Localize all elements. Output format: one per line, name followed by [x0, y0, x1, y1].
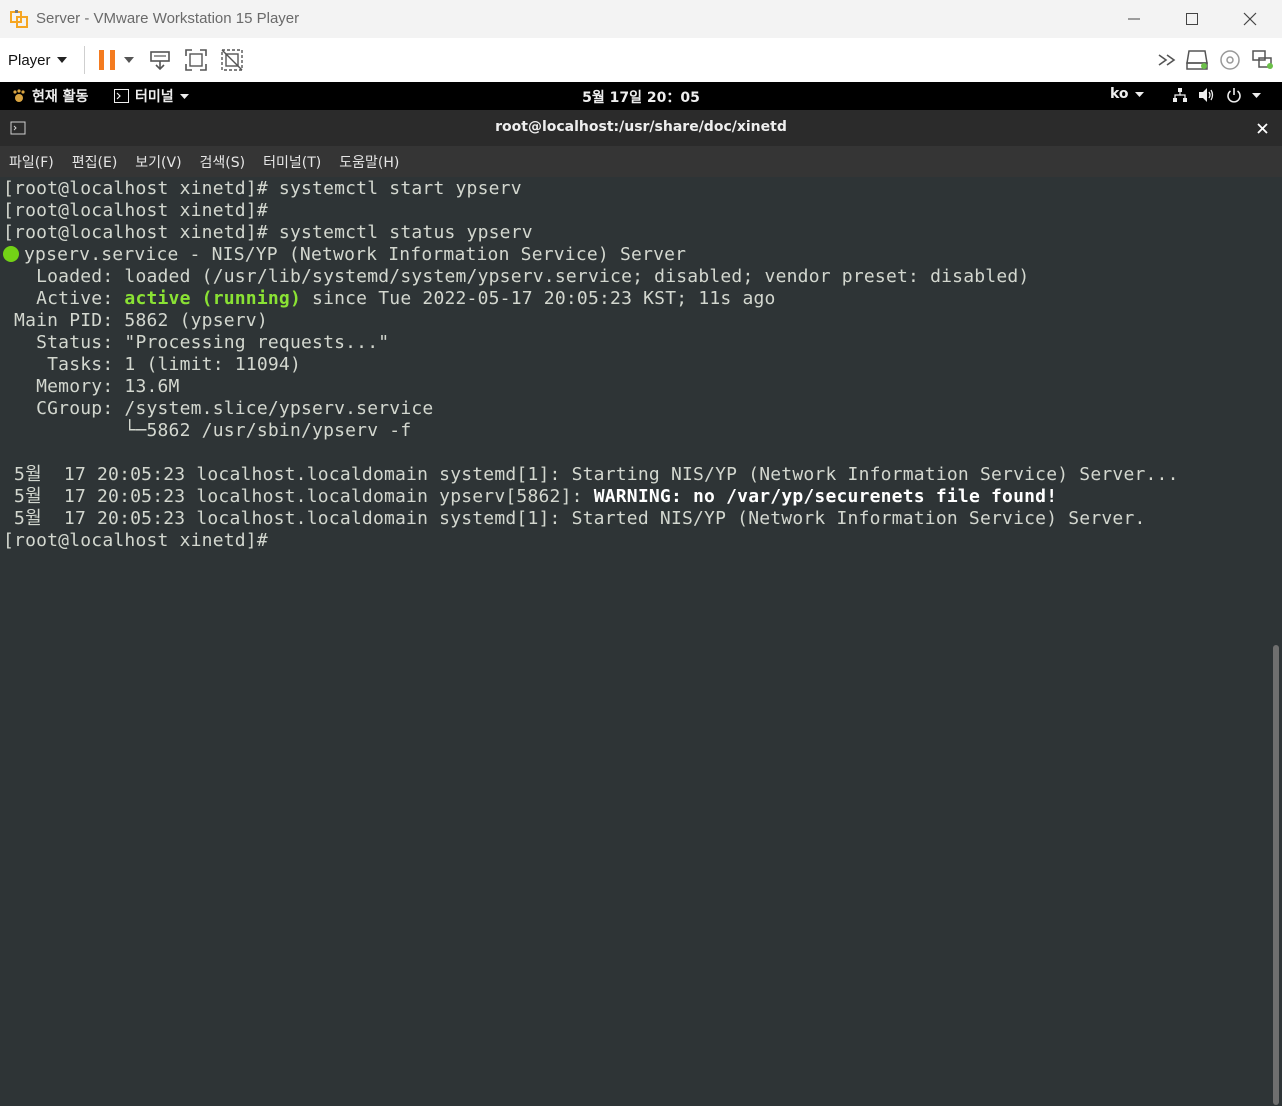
terminal-line: └─5862 /usr/sbin/ypserv -f — [3, 420, 412, 441]
player-menu-button[interactable]: Player — [8, 47, 67, 73]
fullscreen-icon — [185, 49, 207, 71]
input-language-button[interactable]: ko — [1110, 86, 1144, 102]
active-prefix: Active: — [3, 288, 125, 309]
terminal-output[interactable]: [root@localhost xinetd]# systemctl start… — [0, 177, 1270, 1106]
hard-disk-icon — [1186, 50, 1208, 70]
terminal-line: Active: active (running) since Tue 2022-… — [3, 288, 776, 310]
gnome-foot-icon — [13, 89, 25, 102]
chevron-down-icon — [179, 93, 189, 99]
terminal-close-button[interactable] — [1252, 118, 1272, 138]
terminal-app-icon — [114, 89, 129, 103]
chevron-down-icon — [1134, 91, 1144, 97]
scrollbar-thumb[interactable] — [1273, 645, 1279, 1105]
more-devices-button[interactable] — [1154, 47, 1180, 73]
menu-file[interactable]: 파일(F) — [9, 150, 54, 174]
app-menu-button[interactable]: 터미널 — [114, 86, 189, 106]
terminal-headerbar: root@localhost:/usr/share/doc/xinetd — [0, 110, 1282, 147]
terminal-line: [root@localhost xinetd]# systemctl statu… — [3, 222, 533, 243]
terminal-line: Loaded: loaded (/usr/lib/systemd/system/… — [3, 266, 1030, 287]
terminal-line: Memory: 13.6M — [3, 376, 180, 397]
service-header: ypserv.service - NIS/YP (Network Informa… — [24, 244, 687, 265]
cd-dvd-icon — [1220, 50, 1240, 70]
vmware-logo-icon — [10, 10, 28, 28]
ctrl-alt-del-icon — [150, 51, 170, 71]
volume-icon — [1199, 88, 1214, 102]
menu-edit[interactable]: 편집(E) — [72, 150, 118, 174]
input-language-label: ko — [1110, 86, 1129, 102]
terminal-line: Tasks: 1 (limit: 11094) — [3, 354, 301, 375]
clock-button[interactable]: 5월 17일 20：05 — [582, 90, 700, 106]
chevron-down-icon — [1252, 92, 1261, 98]
terminal-line: [root@localhost xinetd]# — [3, 200, 268, 221]
terminal-line: ypserv.service - NIS/YP (Network Informa… — [3, 244, 686, 266]
player-menu-label: Player — [8, 51, 51, 69]
service-status-dot-icon — [3, 246, 19, 262]
chevron-down-icon — [124, 57, 134, 63]
close-icon — [1256, 122, 1268, 134]
hard-disk-device-button[interactable] — [1184, 47, 1210, 73]
pause-icon — [99, 50, 115, 70]
terminal-line: [root@localhost xinetd]# systemctl start… — [3, 178, 522, 199]
vmware-titlebar: Server - VMware Workstation 15 Player — [0, 0, 1282, 39]
terminal-title: root@localhost:/usr/share/doc/xinetd — [495, 119, 787, 135]
network-wired-icon — [1173, 88, 1187, 102]
menu-view[interactable]: 보기(V) — [135, 150, 181, 174]
terminal-prompt: [root@localhost xinetd]# — [3, 530, 268, 551]
terminal-window-icon[interactable] — [10, 120, 26, 136]
toolbar-divider — [84, 46, 85, 74]
maximize-icon — [1186, 13, 1198, 25]
window-title: Server - VMware Workstation 15 Player — [36, 10, 300, 27]
maximize-button[interactable] — [1170, 4, 1214, 34]
terminal-line: Main PID: 5862 (ypserv) — [3, 310, 268, 331]
close-icon — [1243, 12, 1257, 26]
send-ctrl-alt-del-button[interactable] — [147, 47, 173, 73]
vmware-toolbar: Player — [0, 38, 1282, 83]
system-menu-button[interactable] — [1172, 87, 1261, 103]
activities-label: 현재 활동 — [32, 89, 89, 105]
double-chevron-right-icon — [1158, 54, 1176, 66]
chevron-down-icon — [56, 57, 67, 63]
log-warning: WARNING: no /var/yp/securenets file foun… — [593, 486, 1058, 507]
unity-icon — [221, 49, 243, 71]
pause-dropdown-button[interactable] — [119, 47, 139, 73]
terminal-line: CGroup: /system.slice/ypserv.service — [3, 398, 434, 419]
menu-search[interactable]: 검색(S) — [200, 150, 246, 174]
network-device-button[interactable] — [1250, 47, 1276, 73]
minimize-icon — [1128, 18, 1140, 20]
gnome-top-bar: 현재 활동 터미널 5월 17일 20：05 ko — [0, 82, 1282, 110]
cd-dvd-device-button[interactable] — [1217, 47, 1243, 73]
terminal-line: 5월 17 20:05:23 localhost.localdomain sys… — [3, 508, 1146, 529]
terminal-menubar: 파일(F) 편집(E) 보기(V) 검색(S) 터미널(T) 도움말(H) — [0, 146, 1282, 177]
close-button[interactable] — [1228, 4, 1272, 34]
active-status: active (running) — [124, 288, 301, 309]
terminal-line: Status: "Processing requests..." — [3, 332, 390, 353]
minimize-button[interactable] — [1112, 4, 1156, 34]
menu-terminal[interactable]: 터미널(T) — [263, 150, 321, 174]
log-prefix: 5월 17 20:05:23 localhost.localdomain yps… — [3, 486, 594, 507]
fullscreen-button[interactable] — [183, 47, 209, 73]
app-menu-label: 터미널 — [135, 89, 174, 105]
activities-button[interactable]: 현재 활동 — [12, 86, 88, 106]
pause-button[interactable] — [94, 47, 120, 73]
power-icon — [1227, 88, 1241, 103]
terminal-line: 5월 17 20:05:23 localhost.localdomain sys… — [3, 464, 1179, 485]
terminal-line: 5월 17 20:05:23 localhost.localdomain yps… — [3, 486, 1057, 508]
active-suffix: since Tue 2022-05-17 20:05:23 KST; 11s a… — [301, 288, 776, 309]
network-adapter-icon — [1252, 50, 1273, 69]
terminal-scrollbar[interactable] — [1270, 177, 1282, 1106]
menu-help[interactable]: 도움말(H) — [339, 150, 399, 174]
unity-mode-button[interactable] — [219, 47, 245, 73]
